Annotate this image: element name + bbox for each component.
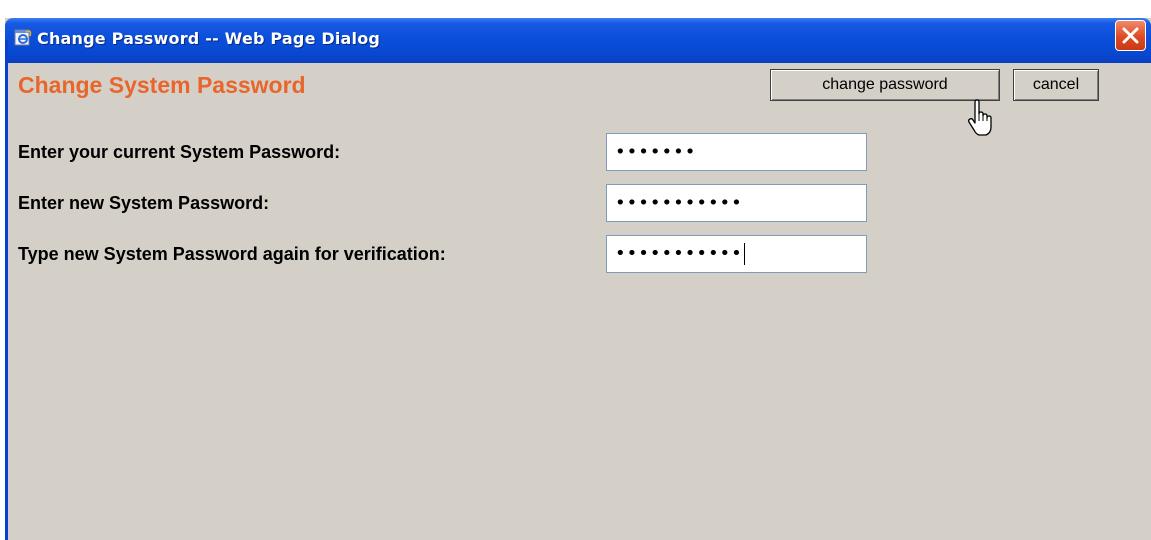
verify-password-value-wrap: •••••••••••	[615, 243, 745, 265]
new-password-value: •••••••••••	[615, 192, 743, 214]
new-password-field[interactable]: •••••••••••	[606, 184, 867, 222]
text-caret	[743, 243, 745, 265]
dialog-window: Change Password -- Web Page Dialog Chang…	[5, 18, 1151, 540]
window-title: Change Password -- Web Page Dialog	[37, 29, 381, 48]
new-password-label: Enter new System Password:	[18, 193, 270, 213]
page-title: Change System Password	[18, 72, 306, 98]
verify-password-label: Type new System Password again for verif…	[18, 244, 446, 264]
verify-password-field[interactable]: •••••••••••	[606, 235, 867, 273]
cancel-button[interactable]: cancel	[1013, 69, 1099, 101]
ie-page-icon	[13, 27, 33, 47]
close-icon	[1122, 27, 1139, 44]
current-password-value: •••••••	[615, 141, 697, 163]
close-button[interactable]	[1115, 20, 1146, 51]
hand-pointer-icon	[966, 99, 996, 139]
title-bar[interactable]: Change Password -- Web Page Dialog	[5, 18, 1151, 63]
dialog-content: Change System Password change password c…	[8, 63, 1151, 540]
verify-password-value: •••••••••••	[615, 243, 743, 264]
current-password-field[interactable]: •••••••	[606, 133, 867, 171]
change-password-button[interactable]: change password	[770, 69, 1000, 101]
current-password-label: Enter your current System Password:	[18, 142, 341, 162]
